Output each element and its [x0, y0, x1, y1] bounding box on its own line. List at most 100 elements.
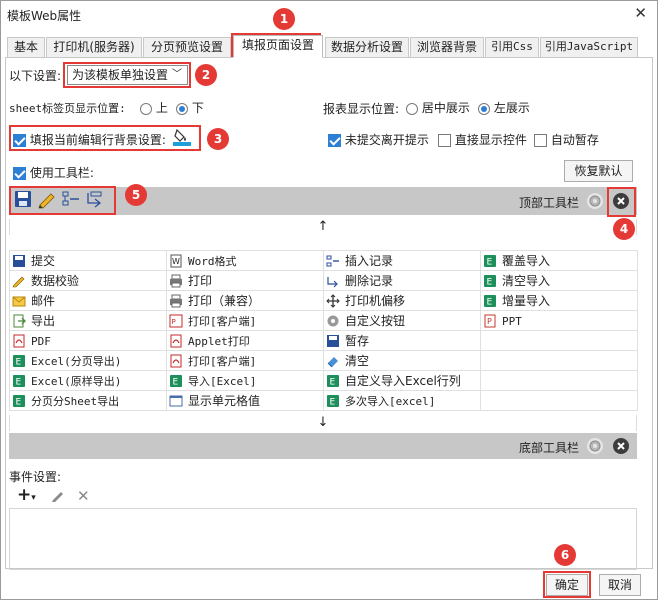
toolbar-item-4-2[interactable]: 暂存 — [323, 330, 481, 351]
sheet-top-radio[interactable] — [140, 102, 152, 115]
toolbar-item-7-0[interactable]: E 分页分Sheet导出 — [9, 390, 167, 411]
toolbar-item-label: Excel(分页导出) — [31, 354, 122, 368]
gear-icon — [326, 314, 340, 328]
top-toolbar-remove-icon[interactable] — [612, 192, 630, 210]
direct-control-setting[interactable]: 直接显示控件 — [438, 131, 527, 148]
toolbar-item-6-1[interactable]: E 导入[Excel] — [166, 370, 324, 391]
toolbar-item-5-0[interactable]: E Excel(分页导出) — [9, 350, 167, 371]
toolbar-item-2-1[interactable]: 打印（兼容） — [166, 290, 324, 311]
direct-control-label: 直接显示控件 — [454, 133, 527, 147]
toolbar-item-7-1[interactable]: 显示单元格值 — [166, 390, 324, 411]
scope-select[interactable]: 为该模板单独设置 ﹀ — [67, 65, 188, 85]
toolbar-item-6-0[interactable]: E Excel(原样导出) — [9, 370, 167, 391]
toolbar-item-1-1[interactable]: 打印 — [166, 270, 324, 291]
toolbar-item-4-0[interactable]: PDF — [9, 330, 167, 351]
tab-printer-server[interactable]: 打印机(服务器) — [46, 37, 142, 57]
toolbar-item-6-2[interactable]: E 自定义导入Excel行列 — [323, 370, 481, 391]
excel-icon: E — [12, 374, 26, 388]
toolbar-item-0-3[interactable]: E 覆盖导入 — [480, 250, 638, 271]
scope-label: 以下设置: — [9, 69, 62, 83]
grid-row: E Excel(分页导出) 打印[客户端] 清空 — [9, 350, 638, 371]
report-option-center[interactable]: 居中展示 — [406, 99, 470, 116]
tab-fill-page-settings[interactable]: 填报页面设置 — [233, 35, 323, 58]
move-up-arrow[interactable]: ↑ — [9, 219, 637, 235]
unsubmitted-setting[interactable]: 未提交离开提示 — [328, 131, 429, 148]
bottom-toolbar-settings-icon[interactable] — [586, 437, 604, 455]
toolbar-item-0-0[interactable]: 提交 — [9, 250, 167, 271]
events-list[interactable] — [9, 508, 637, 570]
save-icon[interactable] — [13, 189, 33, 207]
pencil-icon[interactable] — [37, 189, 57, 209]
sheet-bottom-radio[interactable] — [176, 102, 188, 115]
autosave-checkbox[interactable] — [534, 134, 547, 147]
toolbar-item-3-1[interactable]: P 打印[客户端] — [166, 310, 324, 331]
add-event-icon[interactable]: +▾ — [17, 485, 36, 505]
unsubmitted-checkbox[interactable] — [328, 134, 341, 147]
tab-ref-javascript[interactable]: 引用JavaScript — [540, 37, 638, 57]
toolbar-item-3-2[interactable]: 自定义按钮 — [323, 310, 481, 331]
empty-cell — [480, 390, 638, 411]
toolbar-item-3-0[interactable]: 导出 — [9, 310, 167, 331]
use-toolbar-checkbox[interactable] — [13, 167, 26, 180]
delete-event-icon[interactable]: ✕ — [77, 487, 90, 505]
report-center-radio[interactable] — [406, 102, 418, 115]
title-bar: 模板Web属性 ✕ — [1, 1, 657, 29]
excel-icon: E — [12, 394, 26, 408]
toolbar-item-0-1[interactable]: W Word格式 — [166, 250, 324, 271]
excel-icon: E — [483, 294, 497, 308]
move-down-arrow[interactable]: ↓ — [9, 415, 637, 431]
annotation-badge-2: 2 — [195, 64, 217, 86]
toolbar-item-2-3[interactable]: E 增量导入 — [480, 290, 638, 311]
fill-bg-setting[interactable]: 填报当前编辑行背景设置: — [13, 131, 166, 148]
annotation-badge-5: 5 — [125, 184, 147, 206]
paint-bucket-icon[interactable] — [172, 127, 192, 147]
toolbar-item-2-0[interactable]: 邮件 — [9, 290, 167, 311]
toolbar-item-label: 打印 — [188, 274, 213, 288]
report-option-left[interactable]: 左展示 — [478, 99, 530, 116]
toolbar-item-2-2[interactable]: 打印机偏移 — [323, 290, 481, 311]
report-center-label: 居中展示 — [421, 101, 470, 115]
toolbar-item-4-1[interactable]: Applet打印 — [166, 330, 324, 351]
restore-default-button[interactable]: 恢复默认 — [564, 160, 633, 182]
direct-control-checkbox[interactable] — [438, 134, 451, 147]
svg-text:E: E — [16, 397, 22, 407]
use-toolbar-setting[interactable]: 使用工具栏: — [13, 164, 94, 181]
toolbar-item-1-2[interactable]: 删除记录 — [323, 270, 481, 291]
close-icon[interactable]: ✕ — [634, 4, 647, 22]
sheet-option-bottom[interactable]: 下 — [176, 99, 204, 116]
fill-bg-checkbox[interactable] — [13, 134, 26, 147]
annotation-badge-3: 3 — [207, 128, 229, 150]
tab-paging-preview[interactable]: 分页预览设置 — [143, 37, 231, 57]
toolbar-item-5-1[interactable]: 打印[客户端] — [166, 350, 324, 371]
tab-data-analysis[interactable]: 数据分析设置 — [325, 37, 409, 57]
autosave-setting[interactable]: 自动暂存 — [534, 131, 599, 148]
toolbar-item-label: 清空 — [345, 354, 370, 368]
sheet-option-top[interactable]: 上 — [140, 99, 168, 116]
toolbar-item-5-2[interactable]: 清空 — [323, 350, 481, 371]
toolbar-item-0-2[interactable]: 插入记录 — [323, 250, 481, 271]
delete-record-icon[interactable] — [85, 189, 105, 208]
toolbar-item-1-3[interactable]: E 清空导入 — [480, 270, 638, 291]
svg-text:P: P — [487, 317, 492, 326]
tab-ref-css[interactable]: 引用Css — [485, 37, 539, 57]
toolbar-item-1-0[interactable]: 数据校验 — [9, 270, 167, 291]
cancel-button[interactable]: 取消 — [599, 574, 641, 596]
ok-button[interactable]: 确定 — [546, 574, 588, 596]
tab-browser-background[interactable]: 浏览器背景 — [410, 37, 484, 57]
report-left-radio[interactable] — [478, 102, 490, 115]
tab-basic[interactable]: 基本 — [7, 37, 45, 57]
top-toolbar-settings-icon[interactable] — [586, 192, 604, 210]
bottom-toolbar-remove-icon[interactable] — [612, 437, 630, 455]
toolbar-item-label: 导入[Excel] — [188, 374, 257, 388]
annotation-badge-1: 1 — [273, 8, 295, 30]
toolbar-item-3-3[interactable]: P PPT — [480, 310, 638, 331]
down-arrow-icon: ↓ — [317, 415, 329, 430]
web-properties-dialog: 模板Web属性 ✕ 基本 打印机(服务器) 分页预览设置 填报页面设置 数据分析… — [0, 0, 658, 600]
edit-event-icon[interactable] — [51, 488, 65, 502]
toolbar-item-label: 覆盖导入 — [502, 254, 551, 268]
scope-select-value: 为该模板单独设置 — [72, 68, 169, 82]
toolbar-item-7-2[interactable]: E 多次导入[excel] — [323, 390, 481, 411]
move-icon — [326, 294, 340, 308]
svg-text:P: P — [172, 318, 176, 326]
insert-record-icon[interactable] — [61, 189, 81, 207]
